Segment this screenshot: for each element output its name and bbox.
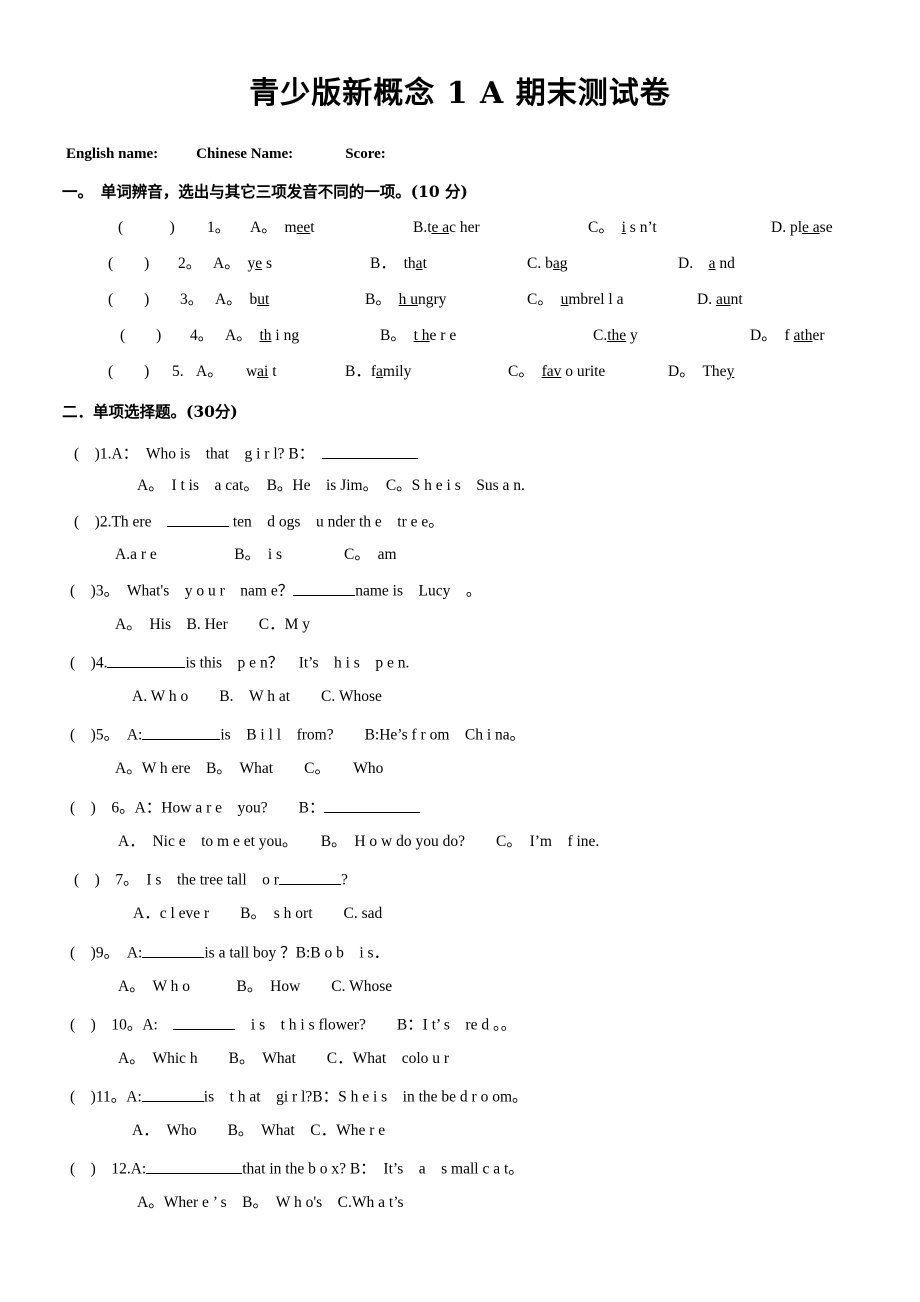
s1-q4-option-a: A。 th i ng [225,327,300,344]
s2-q6-blank [324,797,421,813]
s1-q4-option-b: B。 t he r e [380,327,457,344]
english-name-label: English name: [66,146,159,162]
s2-q9-options: A。 W h o B。 How C. Whose [118,978,393,995]
s1-q2-option-b: B． that [370,255,427,272]
s1-q5-number: 5. [172,363,184,380]
exam-paper-page: 青少版新概念 1 A 期末测试卷 English name: Chinese Na… [0,0,920,1302]
s2-q1-blank [322,443,418,459]
s1-q3-number: 3。 [180,291,204,308]
s1-q4-bracket: ( ) [120,327,162,344]
s2-q1-options: A。 I t is a cat。 B。He is Jim。 C。S h e i … [137,477,525,494]
s2-q7-blank [278,869,341,885]
s1-q2-number: 2。 [178,255,202,272]
s2-q12-blank [146,1158,243,1174]
s2-q6-options: A． Nic e to m e et you。 B。 H o w do you … [118,833,600,850]
s1-q2-option-a: A。 ye s [213,255,273,272]
s2-q5-stem-line: ( )5。 A: is B i l l from? B:He’s f r om C… [70,724,525,744]
s2-q11-options: A． Who B。 What C．Whe r e [132,1122,386,1139]
s2-q10-options: A。 Whic h B。 What C．What colo u r [118,1050,450,1067]
s1-q4-number: 4。 [190,327,214,344]
s2-q4-stem-line: ( )4. is this p e n？ It’s h i s p e n. [70,652,409,672]
s1-q5-bracket: ( ) [108,363,150,380]
s1-q5-option-c: C。 fav o urite [508,363,606,380]
s1-q2-bracket: ( ) [108,255,150,272]
s2-q5-options: A。W h ere B。 What C。 Who [115,760,384,777]
s2-q12-options: A。Wher e ’ s B。 W h o's C.Wh a t’s [137,1194,404,1211]
s2-q2-options: A.a r e B。 i s C。 am [115,546,397,563]
s2-q2-blank [166,511,229,527]
s2-q4-blank [107,652,186,668]
s1-q5-option-a: A。 wai t [196,363,277,380]
s1-q1-number: 1。 [207,219,231,236]
s1-q1-option-b: B.te ac her [413,219,480,236]
section-two-heading: 二．单项选择题。(30分) [62,402,238,421]
s2-q6-stem-line: ( ) 6。A：How a r e you? B： [70,797,421,817]
section-one-heading: 一。 单词辨音，选出与其它三项发音不同的一项。(10 分) [62,182,468,201]
s1-q3-option-a: A。 but [215,291,270,308]
s2-q5-blank [142,724,221,740]
s1-q1-bracket: ( ) [118,219,175,236]
s1-q3-option-c: C。 umbrel l a [527,291,624,308]
s2-q1-stem-line: ( )1.A： Who is that g i r l? B： [74,443,418,463]
s1-q2-option-d: D. a nd [678,255,735,272]
s2-q12-stem-line: ( ) 12.A: that in the b o x? B： It’s a s … [70,1158,524,1178]
s1-q3-bracket: ( ) [108,291,150,308]
s2-q7-stem-line: ( ) 7。 I s the tree tall o r? [74,869,348,889]
s2-q10-stem-line: ( ) 10。A: i s t h i s flower? B：I t’ s r… [70,1014,516,1034]
s2-q3-stem-line: ( )3。 What's y o u r nam e？ name is Lucy … [70,580,481,600]
s2-q11-blank [141,1086,204,1102]
s1-q2-option-c: C. bag [527,255,568,272]
score-label: Score: [345,146,386,162]
chinese-name-label: Chinese Name: [196,146,294,162]
s2-q10-blank [173,1014,236,1030]
s1-q3-option-b: B。 h ungry [365,291,447,308]
s2-q7-options: A．c l eve r B。 s h ort C. sad [133,905,383,922]
student-info-line: English name: Chinese Name: Score: [66,146,386,163]
s2-q9-stem-line: ( )9。 A: is a tall boy ？B:B o b i s． [70,942,389,962]
s2-q2-stem-line: ( )2.Th ere ten d ogs u nder th e tr e e… [74,511,444,531]
s2-q9-blank [142,942,205,958]
s1-q3-option-d: D. aunt [697,291,743,308]
s1-q1-option-c: C。 i s n’t [588,219,657,236]
s1-q5-option-d: D。 They [668,363,735,380]
s1-q5-option-b: B．family [345,363,412,380]
s2-q11-stem-line: ( )11。A: is t h at gi r l?B：S h e i s in … [70,1086,528,1106]
s1-q1-option-d: D. ple ase [771,219,833,236]
s1-q4-option-c: C.the y [593,327,638,344]
page-title: 青少版新概念 1 A 期末测试卷 [249,76,671,111]
s1-q4-option-d: D。 f ather [750,327,825,344]
s2-q4-options: A. W h o B. W h at C. Whose [132,688,382,705]
s1-q1-option-a: A。 meet [250,219,315,236]
s2-q3-blank [293,580,356,596]
s2-q3-options: A。 His B. Her C．M y [115,616,311,633]
